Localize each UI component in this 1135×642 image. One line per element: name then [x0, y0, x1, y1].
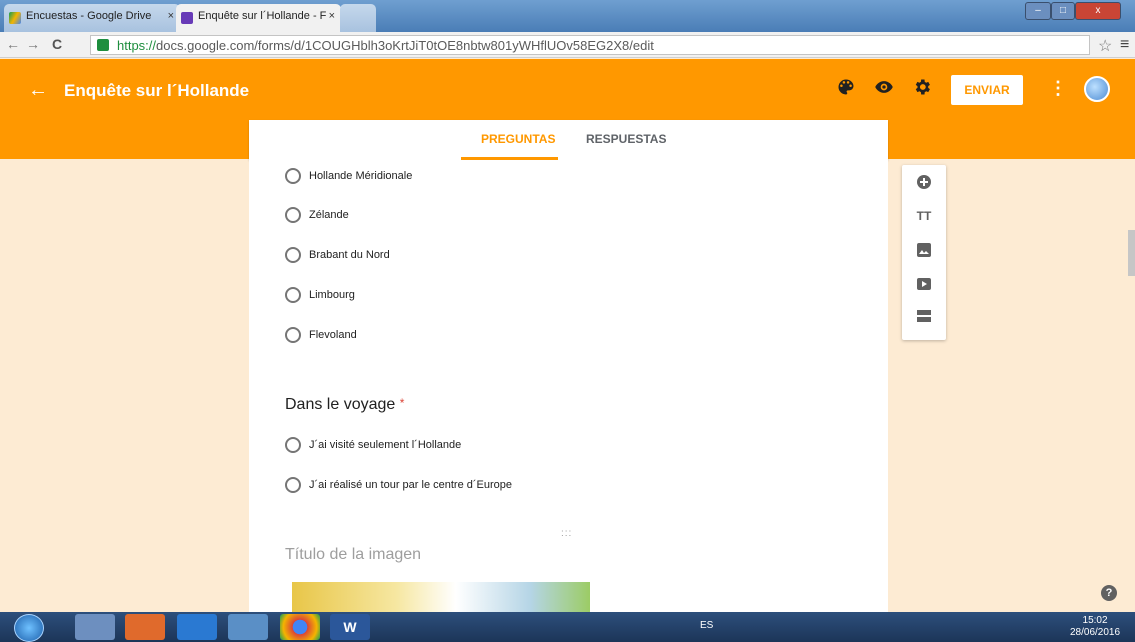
palette-icon[interactable]: [835, 77, 857, 99]
help-icon[interactable]: ?: [1101, 585, 1117, 601]
maximize-button[interactable]: □: [1051, 2, 1075, 20]
url-path: docs.google.com/forms/d/1COUGHblh3oKrtJi…: [156, 38, 654, 53]
question-title-text: Dans le voyage: [285, 396, 396, 413]
radio-button[interactable]: [285, 327, 301, 343]
section-icon[interactable]: [916, 308, 932, 324]
tab-responses[interactable]: RESPUESTAS: [586, 132, 666, 146]
close-tab-icon[interactable]: ×: [329, 10, 335, 22]
radio-button[interactable]: [285, 287, 301, 303]
browser-tab-label: Encuestas - Google Drive: [26, 10, 152, 22]
clock-time: 15:02: [1082, 615, 1108, 626]
chrome-icon[interactable]: [280, 614, 320, 640]
reload-icon[interactable]: C: [52, 36, 62, 52]
clock[interactable]: 15:02 28/06/2016: [1070, 615, 1120, 639]
url-scheme: https://: [117, 38, 157, 53]
option-label: Brabant du Nord: [309, 249, 390, 261]
form-title[interactable]: Enquête sur l´Hollande: [64, 81, 249, 101]
option-label: Zélande: [309, 209, 349, 221]
required-mark: *: [399, 396, 405, 410]
url-field[interactable]: https://docs.google.com/forms/d/1COUGHbl…: [90, 35, 1090, 55]
browser-tab-label: Enquête sur l´Hollande - F: [198, 10, 327, 22]
avatar[interactable]: [1084, 76, 1110, 102]
forward-arrow-icon[interactable]: →: [26, 36, 40, 52]
minimize-button[interactable]: –: [1025, 2, 1051, 20]
browser-menu-icon[interactable]: ≡: [1120, 36, 1129, 54]
close-window-button[interactable]: x: [1075, 2, 1121, 20]
form-card: Hollande Méridionale Zélande Brabant du …: [249, 160, 888, 612]
google-drive-icon: [9, 12, 21, 24]
media-player-icon[interactable]: [125, 614, 165, 640]
star-icon[interactable]: ☆: [1098, 36, 1112, 56]
option-label: Hollande Méridionale: [309, 170, 413, 182]
close-tab-icon[interactable]: ×: [168, 10, 174, 22]
question-title[interactable]: Dans le voyage *: [285, 396, 404, 414]
option-label: Flevoland: [309, 329, 357, 341]
taskbar: W ES 15:02 28/06/2016: [0, 612, 1135, 642]
image-icon[interactable]: [916, 242, 932, 258]
internet-explorer-icon[interactable]: [177, 614, 217, 640]
side-toolbar: TT: [902, 165, 946, 340]
new-tab-button[interactable]: [340, 4, 376, 32]
browser-tab-drive[interactable]: Encuestas - Google Drive ×: [4, 4, 180, 32]
word-icon[interactable]: W: [330, 614, 370, 640]
video-icon[interactable]: [916, 276, 932, 292]
image-title-input[interactable]: Título de la imagen: [285, 546, 421, 564]
more-options-icon[interactable]: ⋮: [1047, 77, 1069, 99]
radio-button[interactable]: [285, 247, 301, 263]
option-label: J´ai visité seulement l´Hollande: [309, 439, 462, 451]
form-tabs: PREGUNTAS RESPUESTAS: [249, 120, 888, 160]
eye-icon[interactable]: [873, 77, 895, 99]
radio-button[interactable]: [285, 477, 301, 493]
back-arrow-icon[interactable]: ←: [28, 79, 48, 102]
option-label: J´ai réalisé un tour par le centre d´Eur…: [309, 479, 512, 491]
send-button[interactable]: ENVIAR: [951, 75, 1023, 105]
add-question-icon[interactable]: [916, 174, 932, 190]
scrollbar[interactable]: [1128, 230, 1135, 276]
language-indicator[interactable]: ES: [700, 620, 713, 631]
tab-questions[interactable]: PREGUNTAS: [481, 132, 555, 146]
clock-date: 28/06/2016: [1070, 627, 1121, 638]
radio-button[interactable]: [285, 168, 301, 184]
address-bar-row: ← → C https://docs.google.com/forms/d/1C…: [0, 32, 1135, 58]
google-forms-icon: [181, 12, 193, 24]
lock-icon: [97, 39, 109, 51]
radio-button[interactable]: [285, 437, 301, 453]
start-button[interactable]: [14, 614, 44, 642]
browser-tab-form[interactable]: Enquête sur l´Hollande - F ×: [176, 4, 341, 32]
browser-titlebar: Encuestas - Google Drive × Enquête sur l…: [0, 0, 1135, 32]
title-text-icon[interactable]: TT: [916, 208, 932, 224]
form-image: [292, 582, 590, 612]
file-explorer-icon[interactable]: [75, 614, 115, 640]
back-arrow-icon[interactable]: ←: [6, 36, 20, 52]
network-icon[interactable]: [228, 614, 268, 640]
drag-handle-icon[interactable]: :::: [561, 528, 572, 539]
settings-icon[interactable]: [911, 77, 933, 99]
radio-button[interactable]: [285, 207, 301, 223]
option-label: Limbourg: [309, 289, 355, 301]
